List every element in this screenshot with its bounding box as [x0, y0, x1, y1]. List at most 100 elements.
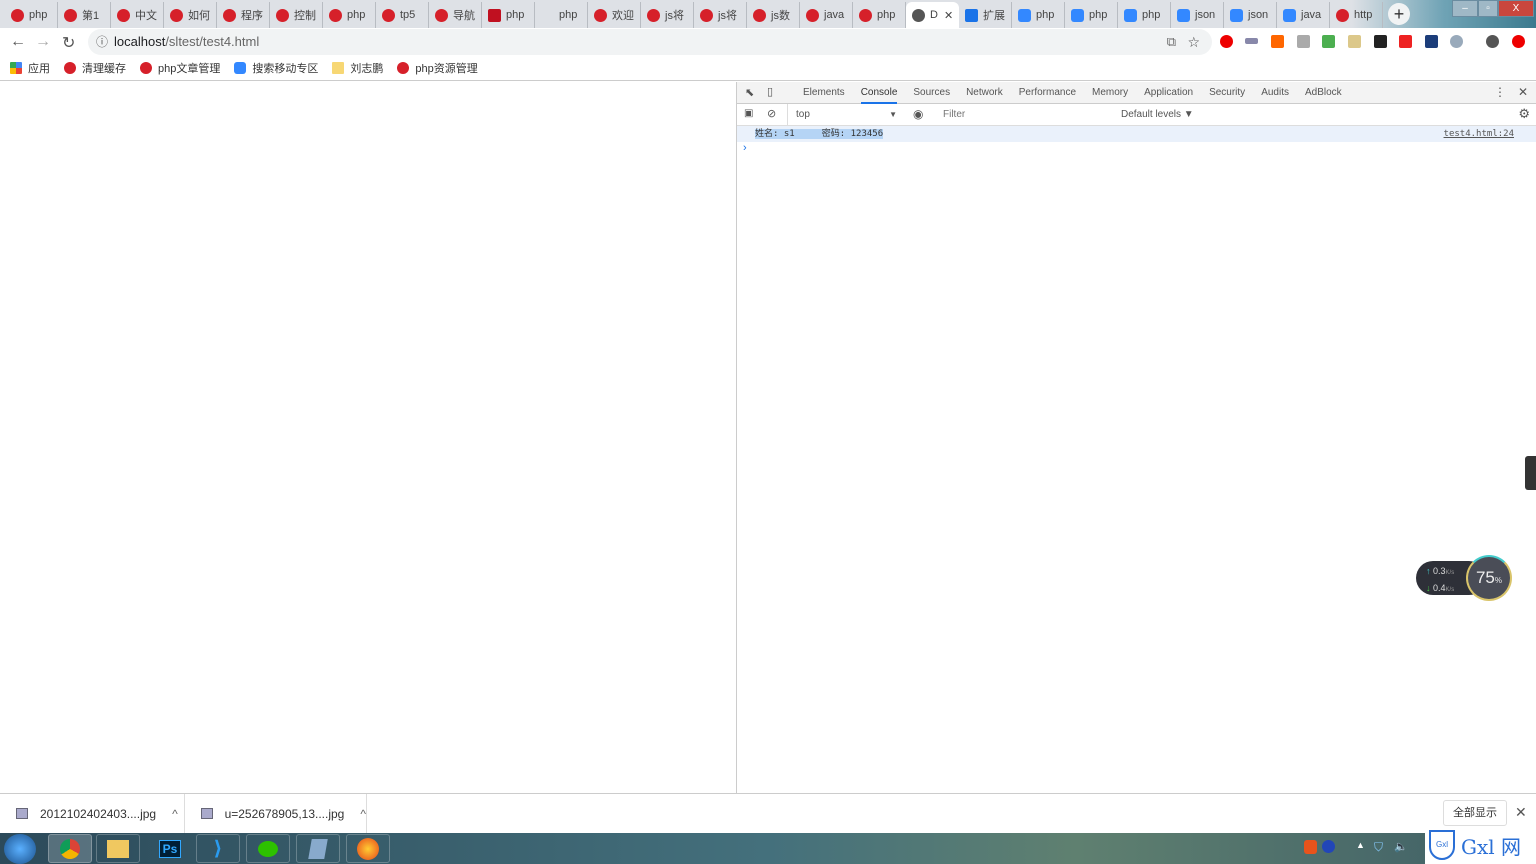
device-toggle-icon[interactable]: ▯	[767, 85, 773, 98]
bookmark-star-icon[interactable]: ☆	[1187, 29, 1200, 55]
translate-icon[interactable]: ⧉	[1167, 29, 1176, 55]
tab[interactable]: 导航	[429, 2, 482, 28]
tab[interactable]: php	[535, 2, 588, 28]
restore-button[interactable]: ▫	[1478, 0, 1498, 17]
download-item[interactable]: 2012102402403....jpg ^	[0, 794, 185, 833]
extension-icon[interactable]	[1512, 35, 1525, 48]
bookmark-item[interactable]: 应用	[10, 60, 50, 76]
bookmark-item[interactable]: 清理缓存	[64, 60, 126, 76]
devtools-tab-network[interactable]: Network	[966, 82, 1003, 104]
sogou-tray-icon[interactable]	[1304, 840, 1317, 854]
tab[interactable]: php	[853, 2, 906, 28]
info-icon[interactable]: ⓘ	[96, 29, 108, 55]
clear-console-icon[interactable]: ⊘	[767, 107, 776, 120]
devtools-tab-adblock[interactable]: AdBlock	[1305, 82, 1342, 104]
more-icon[interactable]: ⋮	[1494, 85, 1506, 99]
close-download-bar-icon[interactable]: ✕	[1515, 804, 1527, 821]
taskbar-wechat[interactable]	[246, 834, 290, 863]
bookmark-item[interactable]: 搜索移动专区	[234, 60, 318, 76]
close-window-button[interactable]: X	[1498, 0, 1534, 17]
devtools-tab-sources[interactable]: Sources	[913, 82, 950, 104]
taskbar-photoshop[interactable]: Ps	[148, 834, 192, 863]
tab[interactable]: java	[800, 2, 853, 28]
tab[interactable]: 第1	[58, 2, 111, 28]
forward-icon[interactable]: →	[35, 33, 51, 51]
tab[interactable]: js将	[694, 2, 747, 28]
tab[interactable]: php	[1012, 2, 1065, 28]
minimize-button[interactable]: –	[1452, 0, 1478, 17]
tab[interactable]: json	[1171, 2, 1224, 28]
sidebar-toggle-icon[interactable]: ▣	[744, 108, 753, 119]
log-source-link[interactable]: test4.html:24	[1444, 126, 1514, 142]
php-extension-icon[interactable]	[1245, 38, 1258, 44]
show-all-button[interactable]: 全部显示	[1443, 800, 1507, 826]
tab[interactable]: php	[482, 2, 535, 28]
extension-icon[interactable]	[1297, 35, 1310, 48]
tab[interactable]: js将	[641, 2, 694, 28]
settings-gear-icon[interactable]: ⚙	[1518, 106, 1530, 122]
tab[interactable]: js数	[747, 2, 800, 28]
devtools-tab-console[interactable]: Console	[860, 82, 898, 104]
tab[interactable]: php	[1065, 2, 1118, 28]
download-item[interactable]: u=252678905,13....jpg ^	[185, 794, 367, 833]
taskbar-chrome[interactable]	[48, 834, 92, 863]
taskbar-vscode[interactable]: ⟩	[196, 834, 240, 863]
start-button[interactable]	[4, 834, 36, 864]
opera-extension-icon[interactable]	[1220, 35, 1233, 48]
close-devtools-icon[interactable]: ✕	[1518, 85, 1528, 99]
extension-icon[interactable]	[1348, 35, 1361, 48]
devtools-tab-audits[interactable]: Audits	[1261, 82, 1289, 104]
console-prompt[interactable]: ›	[737, 142, 1536, 154]
back-icon[interactable]: ←	[10, 33, 26, 51]
tab[interactable]: php	[1118, 2, 1171, 28]
context-select[interactable]: top ▼	[787, 104, 901, 126]
tab[interactable]: 如何	[164, 2, 217, 28]
bookmark-item[interactable]: 刘志鹏	[332, 60, 383, 76]
tab[interactable]: 程序	[217, 2, 270, 28]
devtools-tab-application[interactable]: Application	[1144, 82, 1193, 104]
tab[interactable]: java	[1277, 2, 1330, 28]
levels-dropdown[interactable]: Default levels ▼	[1121, 109, 1194, 120]
tab[interactable]: 控制	[270, 2, 323, 28]
show-hidden-icons[interactable]: ▲	[1356, 840, 1365, 850]
devtools-tab-performance[interactable]: Performance	[1019, 82, 1076, 104]
extension-icon[interactable]	[1271, 35, 1284, 48]
close-tab-icon[interactable]: ✕	[944, 9, 953, 22]
side-handle[interactable]	[1525, 456, 1536, 490]
extension-icon[interactable]	[1374, 35, 1387, 48]
memory-percent[interactable]: 75%	[1466, 555, 1512, 601]
tab[interactable]: tp5	[376, 2, 429, 28]
bookmark-item[interactable]: php文章管理	[140, 60, 220, 76]
tab[interactable]: D ✕	[906, 2, 959, 28]
tab[interactable]: 扩展	[959, 2, 1012, 28]
filter-input[interactable]	[939, 106, 1113, 123]
security-tray-icon[interactable]: ⛉	[1374, 840, 1383, 855]
devtools-tab-security[interactable]: Security	[1209, 82, 1245, 104]
profile-icon[interactable]	[1486, 35, 1499, 48]
chevron-up-icon[interactable]: ^	[172, 807, 178, 821]
tab[interactable]: php	[5, 2, 58, 28]
volume-muted-icon[interactable]: 🔈	[1394, 840, 1408, 853]
fe-extension-icon[interactable]	[1399, 35, 1412, 48]
inspect-icon[interactable]: ⬉	[745, 86, 754, 99]
extension-icon[interactable]	[1322, 35, 1335, 48]
extension-icon[interactable]	[1450, 35, 1463, 48]
tab[interactable]: json	[1224, 2, 1277, 28]
bookmark-item[interactable]: php资源管理	[397, 60, 478, 76]
address-bar[interactable]: ⓘ localhost/sltest/test4.html ⧉ ☆	[88, 29, 1212, 55]
taskbar-explorer[interactable]	[96, 834, 140, 863]
devtools-tab-elements[interactable]: Elements	[803, 82, 845, 104]
devtools-tab-memory[interactable]: Memory	[1092, 82, 1128, 104]
reload-icon[interactable]: ↻	[62, 33, 75, 53]
chevron-up-icon[interactable]: ^	[360, 807, 366, 821]
taskbar-notepad[interactable]	[296, 834, 340, 863]
extension-icon[interactable]	[1425, 35, 1438, 48]
tab[interactable]: 欢迎	[588, 2, 641, 28]
eye-icon[interactable]: ◉	[913, 107, 923, 121]
help-tray-icon[interactable]	[1322, 840, 1335, 853]
tab[interactable]: http	[1330, 2, 1383, 28]
tab[interactable]: 中文	[111, 2, 164, 28]
taskbar-firefox[interactable]	[346, 834, 390, 863]
tab[interactable]: php	[323, 2, 376, 28]
new-tab-button[interactable]: +	[1388, 3, 1410, 25]
